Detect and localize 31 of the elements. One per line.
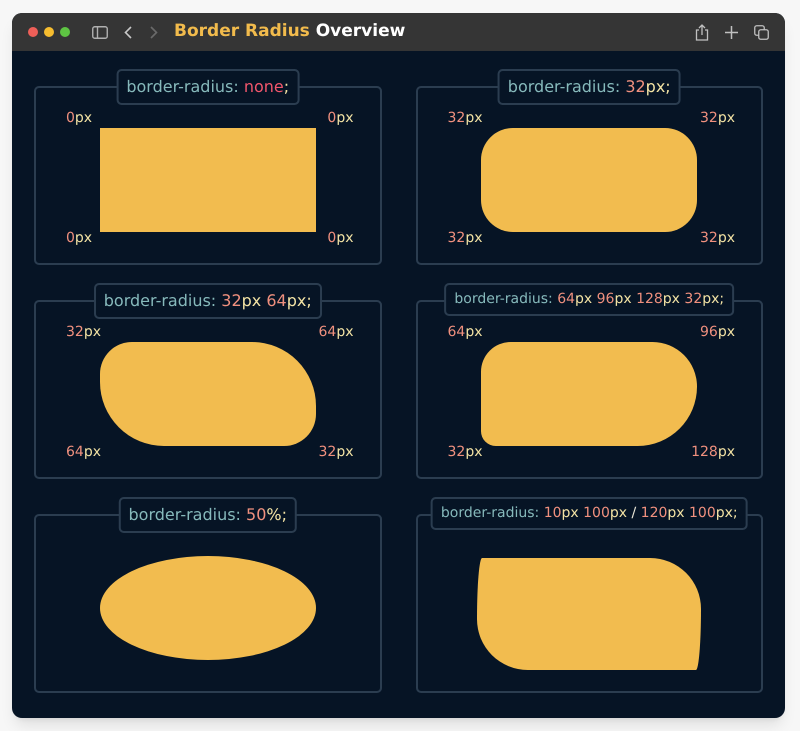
minimize-button[interactable] xyxy=(44,27,54,37)
corner-label: 32px xyxy=(700,229,735,248)
code-label: border-radius: none; xyxy=(116,69,300,105)
code-label: border-radius: 32px 64px; xyxy=(94,283,322,319)
close-button[interactable] xyxy=(28,27,38,37)
code-label: border-radius: 32px; xyxy=(498,69,681,105)
corner-label: 64px xyxy=(448,323,482,342)
corner-label: 32px xyxy=(448,443,482,462)
corner-label: 96px xyxy=(700,323,735,342)
corner-label: 64px xyxy=(318,323,354,342)
code-label: border-radius: 64px 96px 128px 32px; xyxy=(444,283,734,316)
corner-label: 0px xyxy=(66,229,92,248)
code-label: border-radius: 10px 100px / 120px 100px; xyxy=(430,497,748,530)
corner-label: 0px xyxy=(66,109,92,128)
corner-label: 32px xyxy=(66,323,101,342)
corner-label: 128px xyxy=(691,443,735,462)
corner-label: 32px xyxy=(318,443,354,462)
corner-label: 32px xyxy=(448,229,482,248)
tabs-icon[interactable] xyxy=(754,24,769,40)
corner-label: 0px xyxy=(327,229,354,248)
corner-label: 0px xyxy=(327,109,354,128)
sidebar-icon[interactable] xyxy=(92,26,108,38)
back-icon[interactable] xyxy=(124,26,132,38)
corner-label: 64px xyxy=(66,443,101,462)
zoom-button[interactable] xyxy=(60,27,70,37)
code-label: border-radius: 50%; xyxy=(118,497,297,533)
corner-label: 32px xyxy=(448,109,482,128)
plus-icon[interactable] xyxy=(725,26,738,38)
window-title: Border Radius Overview xyxy=(174,20,406,44)
share-icon[interactable] xyxy=(695,24,709,40)
corner-label: 32px xyxy=(700,109,735,128)
